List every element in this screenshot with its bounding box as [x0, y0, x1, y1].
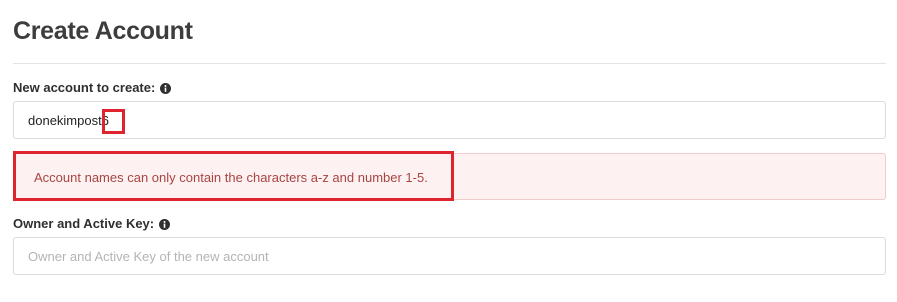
create-account-page: Create Account New account to create: Ac…: [0, 0, 897, 302]
title-divider: [13, 63, 886, 64]
owner-active-key-label: Owner and Active Key:: [13, 216, 171, 231]
account-name-input[interactable]: [13, 101, 886, 139]
owner-active-key-label-text: Owner and Active Key:: [13, 216, 155, 231]
owner-active-key-input[interactable]: [13, 237, 886, 275]
account-name-label: New account to create:: [13, 80, 172, 95]
account-name-label-text: New account to create:: [13, 80, 156, 95]
info-circle-icon[interactable]: [160, 82, 172, 94]
error-message: Account names can only contain the chara…: [34, 170, 428, 185]
page-title: Create Account: [13, 17, 193, 45]
info-circle-icon[interactable]: [159, 218, 171, 230]
